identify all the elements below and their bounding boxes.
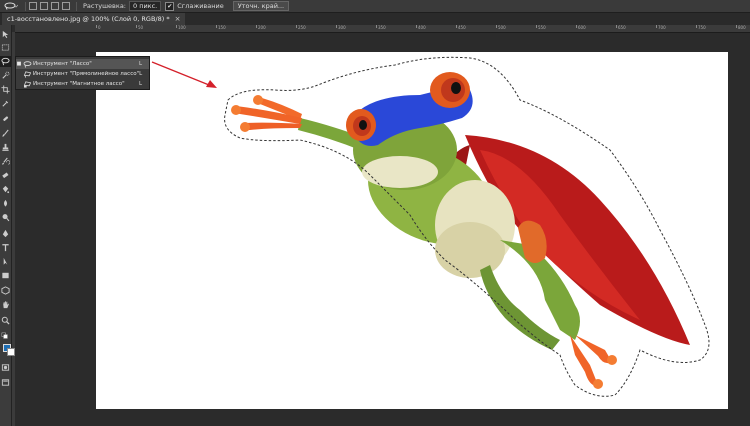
add-to-selection-icon[interactable]	[40, 2, 48, 10]
horizontal-ruler: 0 50 100 150 200 250 300 350 400 450 500 550 600 650 7…	[15, 25, 750, 33]
ruler-tick	[736, 25, 737, 28]
blur-tool-icon[interactable]	[0, 198, 11, 209]
ruler-tick	[256, 25, 257, 28]
ruler-number: 450	[458, 25, 466, 30]
ruler-number: 400	[418, 25, 426, 30]
magnetic-lasso-icon	[22, 80, 33, 88]
hand-tool-icon[interactable]	[0, 299, 11, 310]
document-title: c1-восстановлено.jpg @ 100% (Слой 0, RGB…	[7, 15, 170, 23]
ruler-number: 300	[338, 25, 346, 30]
new-selection-icon[interactable]	[29, 2, 37, 10]
healing-brush-tool-icon[interactable]	[0, 113, 11, 124]
ruler-tick	[296, 25, 297, 28]
ruler-number: 100	[178, 25, 186, 30]
ruler-tick	[416, 25, 417, 28]
clone-stamp-tool-icon[interactable]	[0, 142, 11, 153]
ruler-tick	[136, 25, 137, 28]
eraser-tool-icon[interactable]	[0, 170, 11, 181]
antialias-checkbox[interactable]: ✔	[165, 1, 175, 11]
quick-mask-icon[interactable]	[0, 362, 11, 373]
document-canvas[interactable]	[96, 52, 728, 409]
background-color-swatch[interactable]	[7, 348, 15, 356]
flyout-item-shortcut: L	[139, 71, 143, 77]
ruler-number: 150	[218, 25, 226, 30]
zoom-tool-icon[interactable]	[0, 315, 11, 326]
lasso-icon	[22, 60, 33, 68]
ruler-tick	[656, 25, 657, 28]
feather-input[interactable]: 0 пикс.	[129, 1, 162, 11]
default-colors-icon[interactable]	[0, 331, 11, 342]
ruler-tick	[536, 25, 537, 28]
flyout-item-polygonal-lasso[interactable]: Инструмент "Прямолинейное лассо" L	[16, 69, 149, 79]
3d-tool-icon[interactable]	[0, 285, 11, 296]
ruler-number: 500	[498, 25, 506, 30]
ruler-number: 700	[658, 25, 666, 30]
gradient-tool-icon[interactable]	[0, 184, 11, 195]
ruler-number: 350	[378, 25, 386, 30]
eyedropper-tool-icon[interactable]	[0, 98, 11, 109]
ruler-tick	[176, 25, 177, 28]
flyout-item-label: Инструмент "Лассо"	[33, 61, 92, 67]
path-selection-tool-icon[interactable]	[0, 256, 11, 267]
flyout-item-shortcut: L	[139, 61, 143, 67]
separator	[76, 1, 77, 11]
document-tab-bar: c1-восстановлено.jpg @ 100% (Слой 0, RGB…	[0, 13, 750, 25]
quick-selection-tool-icon[interactable]	[0, 70, 11, 81]
brush-tool-icon[interactable]	[0, 128, 11, 139]
antialias-label: Сглаживание	[177, 2, 224, 10]
ruler-number: 200	[258, 25, 266, 30]
ruler-tick	[696, 25, 697, 28]
flyout-item-label: Инструмент "Магнитное лассо"	[33, 81, 125, 87]
ruler-tick	[96, 25, 97, 28]
refine-edge-button[interactable]: Уточн. край...	[232, 1, 290, 11]
lasso-tool-icon[interactable]	[0, 56, 11, 67]
intersect-selection-icon[interactable]	[62, 2, 70, 10]
lasso-tool-flyout: ■ Инструмент "Лассо" L Инструмент "Прямо…	[15, 56, 150, 90]
flyout-item-lasso[interactable]: ■ Инструмент "Лассо" L	[16, 59, 149, 69]
move-tool-icon[interactable]	[0, 29, 11, 40]
tools-panel	[0, 25, 15, 426]
type-tool-icon[interactable]	[0, 242, 11, 253]
crop-tool-icon[interactable]	[0, 84, 11, 95]
ruler-number: 0	[98, 25, 101, 30]
marquee-tool-icon[interactable]	[0, 42, 11, 53]
ruler-number: 550	[538, 25, 546, 30]
pen-tool-icon[interactable]	[0, 228, 11, 239]
ruler-number: 650	[618, 25, 626, 30]
ruler-number: 800	[738, 25, 746, 30]
ruler-tick	[576, 25, 577, 28]
document-tab[interactable]: c1-восстановлено.jpg @ 100% (Слой 0, RGB…	[2, 13, 186, 25]
flyout-item-magnetic-lasso[interactable]: Инструмент "Магнитное лассо" L	[16, 79, 149, 89]
ruler-number: 250	[298, 25, 306, 30]
ruler-tick	[616, 25, 617, 28]
polygonal-lasso-icon	[22, 70, 33, 78]
separator	[25, 1, 26, 11]
close-tab-icon[interactable]: ×	[175, 15, 181, 23]
shape-tool-icon[interactable]	[0, 270, 11, 281]
options-bar: Растушевка: 0 пикс. ✔ Сглаживание Уточн.…	[0, 0, 750, 13]
history-brush-tool-icon[interactable]	[0, 156, 11, 167]
ruler-number: 750	[698, 25, 706, 30]
flyout-item-label: Инструмент "Прямолинейное лассо"	[32, 71, 140, 77]
ruler-tick	[496, 25, 497, 28]
lasso-tool-preset-icon[interactable]	[0, 0, 22, 12]
dodge-tool-icon[interactable]	[0, 212, 11, 223]
ruler-number: 50	[138, 25, 144, 30]
screen-mode-icon[interactable]	[0, 377, 11, 388]
feather-label: Растушевка:	[83, 2, 126, 10]
ruler-tick	[216, 25, 217, 28]
subtract-selection-icon[interactable]	[51, 2, 59, 10]
ruler-tick	[376, 25, 377, 28]
flyout-item-shortcut: L	[139, 81, 143, 87]
ruler-tick	[336, 25, 337, 28]
ruler-tick	[456, 25, 457, 28]
ruler-number: 600	[578, 25, 586, 30]
